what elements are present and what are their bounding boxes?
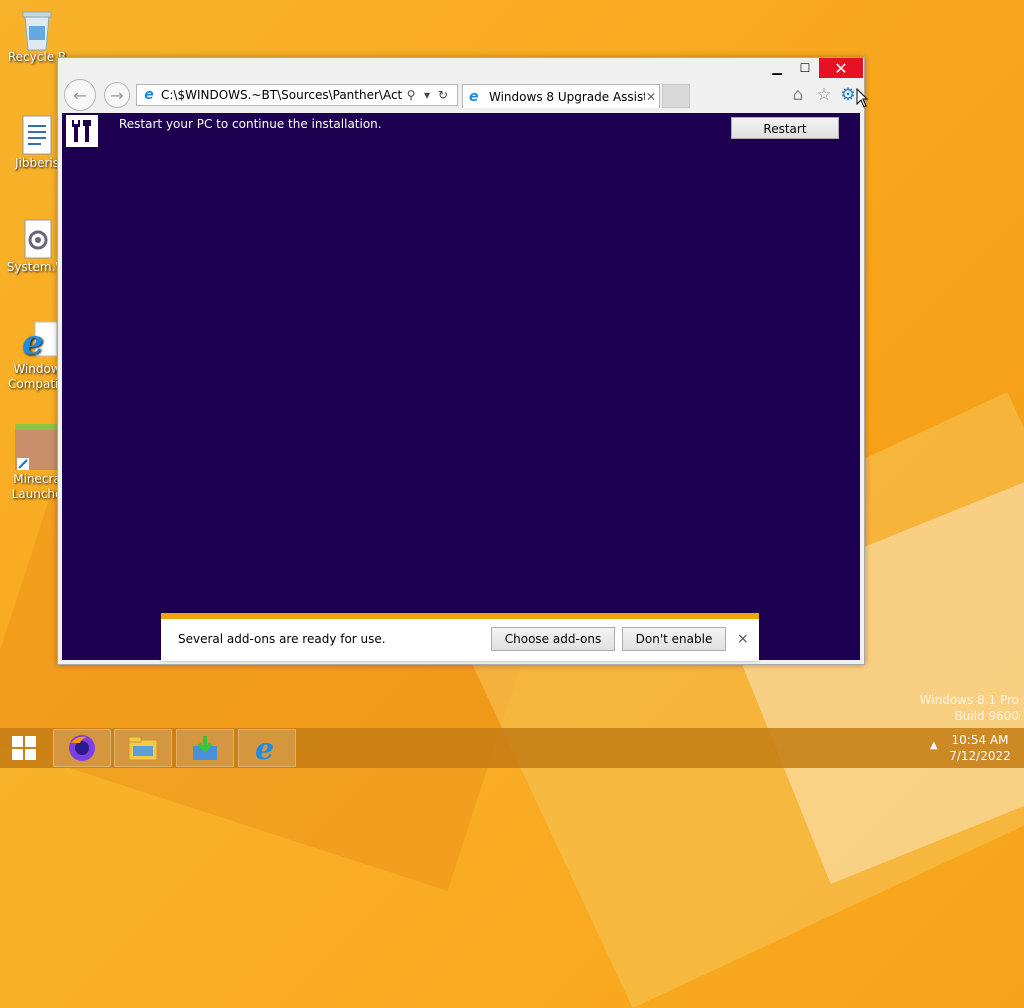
taskbar-file-explorer[interactable]	[114, 729, 172, 767]
download-installer-icon	[193, 736, 217, 760]
back-arrow-icon: ←	[73, 85, 87, 105]
page-content: Restart your PC to continue the installa…	[62, 113, 860, 660]
address-bar[interactable]: e C:\$WINDOWS.~BT\Sources\Panther\Action…	[136, 84, 458, 106]
show-hidden-icons-icon[interactable]: ▲	[930, 740, 938, 751]
back-button[interactable]: ←	[64, 79, 96, 111]
svg-text:e: e	[255, 733, 274, 763]
internet-explorer-icon: e	[255, 733, 274, 763]
minimize-button[interactable]: ▁	[763, 58, 791, 78]
search-icon[interactable]: ⚲	[403, 88, 419, 102]
os-build: Build 9600	[954, 709, 1019, 723]
internet-explorer-icon: e	[19, 320, 58, 363]
clock-time: 10:54 AM	[951, 733, 1009, 747]
home-icon[interactable]: ⌂	[788, 85, 808, 105]
close-icon[interactable]: ×	[737, 631, 749, 647]
chevron-down-icon[interactable]: ▾	[419, 88, 435, 102]
forward-arrow-icon: →	[110, 85, 124, 105]
tab-close-icon[interactable]: ✕	[645, 90, 657, 104]
document-icon	[19, 114, 55, 155]
os-watermark: Windows 8.1 Pro Build 9600	[920, 692, 1019, 724]
star-icon[interactable]: ☆	[814, 85, 834, 105]
windows-logo-icon	[12, 736, 36, 760]
refresh-icon[interactable]: ↻	[435, 88, 451, 102]
tab-title: Windows 8 Upgrade Assista...	[489, 89, 645, 104]
tab-ie-icon: e	[469, 88, 479, 105]
addons-notification-bar: Several add-ons are ready for use. Choos…	[161, 613, 759, 661]
tab-active[interactable]: e Windows 8 Upgrade Assista... ✕	[462, 84, 660, 108]
svg-text:e: e	[22, 323, 44, 363]
clock-date: 7/12/2022	[949, 749, 1011, 763]
taskbar-firefox[interactable]	[53, 729, 111, 767]
forward-button[interactable]: →	[104, 82, 130, 108]
system-clock[interactable]: 10:54 AM 7/12/2022	[944, 732, 1016, 764]
browser-window: ▁ ☐ ✕ ← → e C:\$WINDOWS.~BT\Sources\Pant…	[57, 57, 865, 665]
dont-enable-button[interactable]: Don't enable	[622, 627, 726, 651]
restart-button[interactable]: Restart	[731, 117, 839, 139]
start-button[interactable]	[0, 728, 48, 768]
recycle-bin-icon	[19, 8, 55, 51]
choose-addons-button[interactable]: Choose add-ons	[491, 627, 615, 651]
address-url[interactable]: C:\$WINDOWS.~BT\Sources\Panther\Actiona	[161, 88, 403, 102]
navigation-bar: ← → e C:\$WINDOWS.~BT\Sources\Panther\Ac…	[62, 79, 860, 111]
restart-message: Restart your PC to continue the installa…	[119, 117, 382, 131]
notification-text: Several add-ons are ready for use.	[178, 632, 386, 646]
minecraft-icon	[15, 424, 59, 470]
close-button[interactable]: ✕	[819, 58, 863, 78]
firefox-icon	[69, 735, 95, 761]
maximize-button[interactable]: ☐	[791, 58, 819, 78]
mouse-cursor-icon	[856, 88, 868, 108]
folder-icon	[128, 736, 158, 761]
taskbar-installer[interactable]	[176, 729, 234, 767]
taskbar: e ▲ 10:54 AM 7/12/2022	[0, 728, 1024, 768]
taskbar-internet-explorer[interactable]: e	[238, 729, 296, 767]
page-ie-icon: e	[144, 87, 154, 103]
new-tab-button[interactable]	[662, 84, 690, 108]
gear-icon[interactable]: ⚙	[838, 85, 858, 105]
settings-file-icon	[19, 218, 55, 259]
tools-icon	[66, 115, 98, 147]
window-caption-buttons: ▁ ☐ ✕	[763, 58, 863, 78]
os-edition: Windows 8.1 Pro	[919, 693, 1019, 707]
